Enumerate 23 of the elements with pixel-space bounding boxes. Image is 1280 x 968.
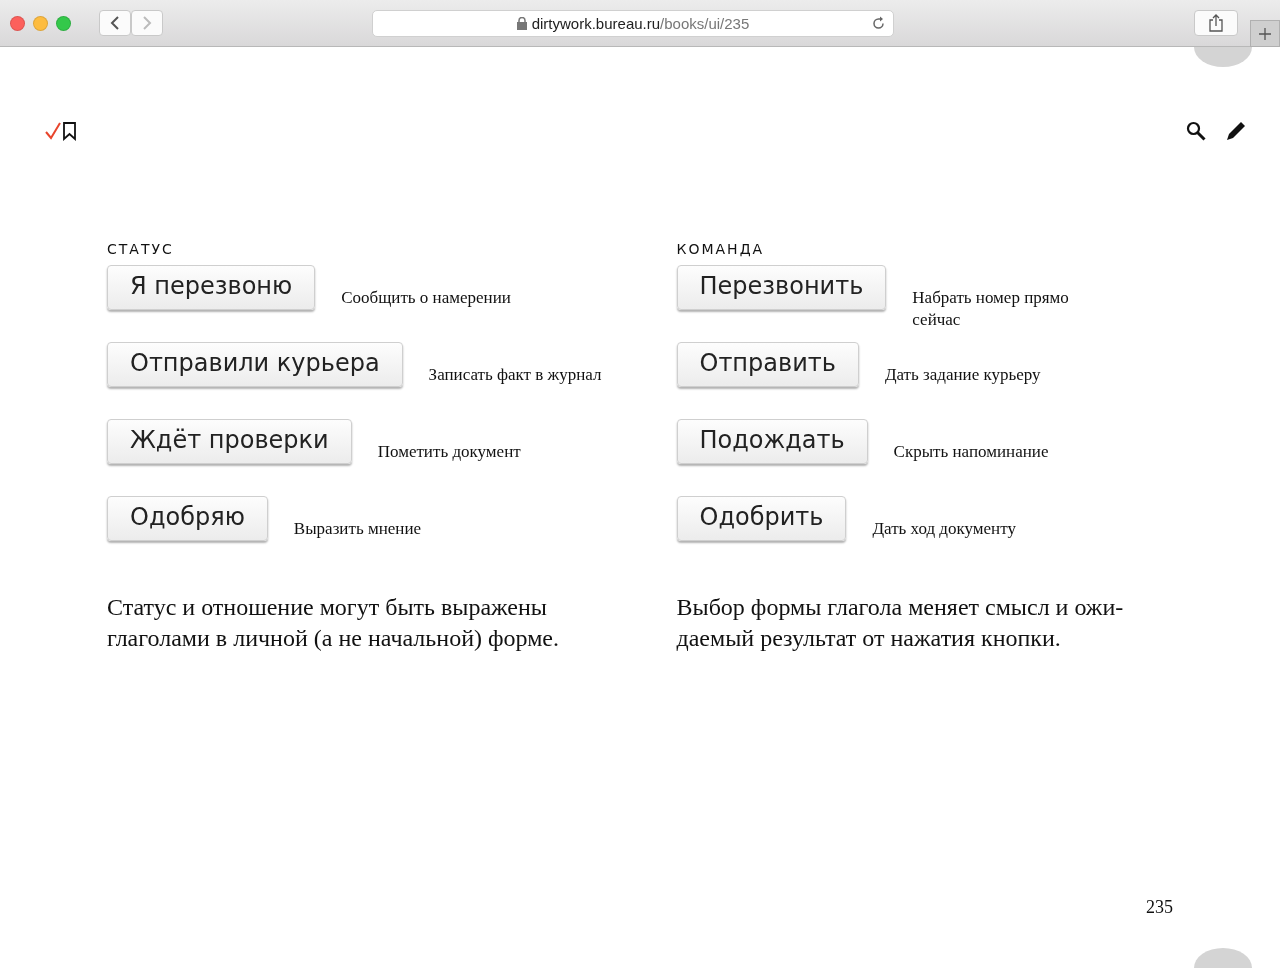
example-button[interactable]: Я перезвоню [107, 265, 316, 310]
button-caption: Записать факт в журнал [428, 364, 602, 386]
explanation-text: Статус и отношение могут быть выражены глаголами в личной (а не начальной) форме. [107, 593, 560, 653]
example-button[interactable]: Одобрить [676, 496, 847, 541]
example-button[interactable]: Отправили курьера [107, 342, 403, 387]
address-bar[interactable]: dirtywork.bureau.ru/books/ui/235 [372, 10, 894, 37]
example-button[interactable]: Отправить [676, 342, 859, 387]
button-caption: Дать задание курьеру [884, 364, 1041, 386]
example-button[interactable]: Ждёт проверки [107, 419, 352, 464]
button-caption: Скрыть напоминание [893, 441, 1049, 463]
section-heading: СТАТУС [107, 241, 175, 257]
button-caption: Сообщить о намерении [341, 287, 511, 309]
button-caption: Пометить документ [377, 441, 521, 463]
button-caption: Выразить мнение [293, 518, 422, 540]
example-button[interactable]: Одобряю [107, 496, 268, 541]
page-number: 235 [1146, 897, 1173, 918]
example-button[interactable]: Перезвонить [676, 265, 887, 310]
button-caption: Дать ход документу [872, 518, 1016, 540]
example-button[interactable]: Подождать [676, 419, 868, 464]
explanation-text: Выбор формы глагола меняет смысл и ожи-даемый результат от нажатия кнопки. [676, 593, 1125, 653]
button-caption: Набрать номер прямо сейчас [912, 287, 1070, 332]
section-heading: КОМАНДА [676, 241, 766, 257]
url-text: dirtywork.bureau.ru/books/ui/235 [531, 15, 750, 32]
